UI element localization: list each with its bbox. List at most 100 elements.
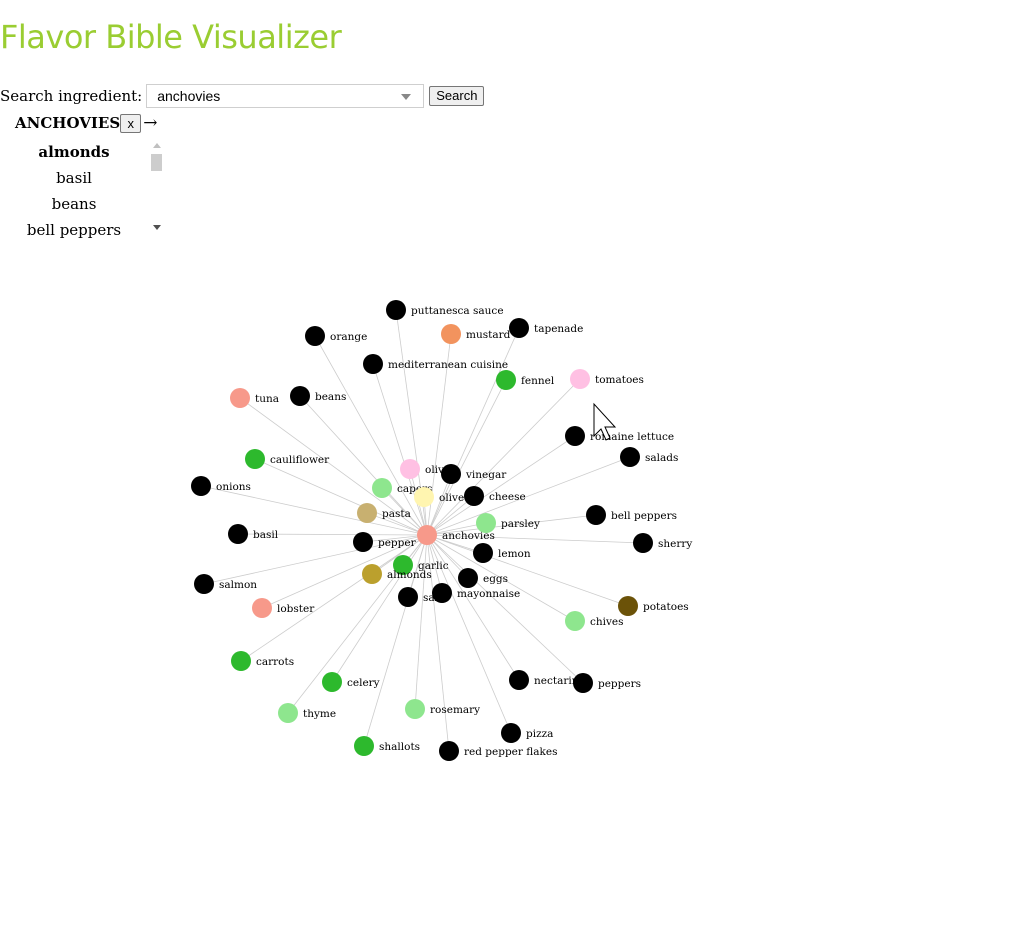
graph-node[interactable]: mediterranean cuisine	[363, 354, 508, 374]
graph-node-circle[interactable]	[573, 673, 593, 693]
graph-node[interactable]: mustard	[441, 324, 511, 344]
graph-node-label[interactable]: parsley	[501, 518, 540, 530]
graph-node-label[interactable]: almonds	[387, 569, 432, 581]
graph-node[interactable]: fennel	[496, 370, 555, 390]
graph-node-label[interactable]: fennel	[521, 375, 555, 387]
graph-node-circle[interactable]	[405, 699, 425, 719]
graph-node[interactable]: puttanesca sauce	[386, 300, 504, 320]
graph-node-circle[interactable]	[458, 568, 478, 588]
graph-node-label[interactable]: tuna	[255, 393, 279, 405]
graph-node[interactable]: mayonnaise	[432, 583, 520, 603]
graph-node-label[interactable]: rosemary	[430, 704, 480, 716]
graph-node-circle[interactable]	[586, 505, 606, 525]
graph-node-circle[interactable]	[354, 736, 374, 756]
graph-node[interactable]: parsley	[476, 513, 540, 533]
graph-node[interactable]: shallots	[354, 736, 420, 756]
graph-node-label[interactable]: mustard	[466, 329, 511, 341]
graph-node-circle[interactable]	[231, 651, 251, 671]
graph-node-circle[interactable]	[357, 503, 377, 523]
graph-node-circle[interactable]	[620, 447, 640, 467]
graph-node[interactable]: salads	[620, 447, 678, 467]
graph-node[interactable]: beans	[290, 386, 346, 406]
graph-node-label[interactable]: lobster	[277, 603, 315, 615]
graph-node-circle[interactable]	[398, 587, 418, 607]
graph-node-circle[interactable]	[245, 449, 265, 469]
graph-node-label[interactable]: thyme	[303, 708, 336, 720]
graph-node-label[interactable]: basil	[253, 529, 279, 541]
graph-node[interactable]: onions	[191, 476, 251, 496]
graph-node[interactable]: orange	[305, 326, 367, 346]
graph-node[interactable]: bell peppers	[586, 505, 677, 525]
graph-node-circle[interactable]	[322, 672, 342, 692]
graph-node-label[interactable]: puttanesca sauce	[411, 305, 504, 317]
graph-node[interactable]: red pepper flakes	[439, 741, 557, 761]
graph-node-label[interactable]: onions	[216, 481, 251, 493]
graph-node[interactable]: rosemary	[405, 699, 480, 719]
graph-node-label[interactable]: cauliflower	[270, 454, 330, 466]
graph-node-circle[interactable]	[252, 598, 272, 618]
graph-node-label[interactable]: beans	[315, 391, 346, 403]
graph-node[interactable]: sherry	[633, 533, 692, 553]
graph-nodes[interactable]: anchoviesputtanesca sauceorange mustard ta…	[191, 300, 692, 761]
graph-node[interactable]: peppers	[573, 673, 641, 693]
graph-node-circle[interactable]	[230, 388, 250, 408]
graph-node-label[interactable]: pepper	[378, 537, 417, 549]
graph-node-circle[interactable]	[362, 564, 382, 584]
graph-node[interactable]: tuna	[230, 388, 279, 408]
graph-node-label[interactable]: red pepper flakes	[464, 746, 557, 758]
graph-node-label[interactable]: vinegar	[465, 469, 507, 481]
graph-node[interactable]: chives	[565, 611, 624, 631]
graph-node[interactable]: romaine lettuce	[565, 426, 674, 446]
graph-node-circle[interactable]	[565, 611, 585, 631]
graph-node-circle[interactable]	[509, 318, 529, 338]
graph-node[interactable]: salmon	[194, 574, 257, 594]
flavor-network-graph[interactable]: anchoviesputtanesca sauceorange mustard ta…	[0, 0, 1032, 925]
graph-node-label[interactable]: lemon	[498, 548, 531, 560]
graph-node-circle[interactable]	[386, 300, 406, 320]
graph-node-circle[interactable]	[441, 464, 461, 484]
graph-node-circle[interactable]	[565, 426, 585, 446]
graph-node-label[interactable]: salads	[645, 452, 678, 464]
graph-node[interactable]: cauliflower	[245, 449, 330, 469]
graph-node-label[interactable]: carrots	[256, 656, 294, 668]
graph-node-circle[interactable]	[363, 354, 383, 374]
graph-node-circle[interactable]	[501, 723, 521, 743]
graph-node-circle[interactable]	[417, 525, 437, 545]
graph-node-label[interactable]: orange	[330, 331, 367, 343]
graph-node[interactable]: vinegar	[441, 464, 507, 484]
graph-node-circle[interactable]	[400, 459, 420, 479]
graph-node-circle[interactable]	[570, 369, 590, 389]
graph-node-circle[interactable]	[618, 596, 638, 616]
graph-node-circle[interactable]	[496, 370, 516, 390]
graph-node[interactable]: pasta	[357, 503, 411, 523]
graph-node-label[interactable]: salmon	[219, 579, 257, 591]
graph-node[interactable]: lemon	[473, 543, 531, 563]
graph-node-circle[interactable]	[633, 533, 653, 553]
graph-node-label[interactable]: mediterranean cuisine	[388, 359, 508, 371]
graph-node-label[interactable]: chives	[590, 616, 624, 628]
graph-node-label[interactable]: pizza	[526, 728, 553, 740]
graph-node[interactable]: carrots	[231, 651, 294, 671]
graph-node-circle[interactable]	[464, 486, 484, 506]
graph-node-circle[interactable]	[278, 703, 298, 723]
graph-node[interactable]: tomatoes	[570, 369, 644, 389]
graph-node-label[interactable]: pasta	[382, 508, 411, 520]
graph-node-circle[interactable]	[191, 476, 211, 496]
graph-node-label[interactable]: salt	[423, 592, 443, 604]
graph-node-circle[interactable]	[353, 532, 373, 552]
graph-node-circle[interactable]	[414, 487, 434, 507]
graph-node-circle[interactable]	[441, 324, 461, 344]
graph-node-label[interactable]: mayonnaise	[457, 588, 520, 600]
graph-node-circle[interactable]	[439, 741, 459, 761]
graph-node-label[interactable]: peppers	[598, 678, 641, 690]
graph-node-label[interactable]: bell peppers	[611, 510, 677, 522]
graph-node-circle[interactable]	[372, 478, 392, 498]
graph-node-label[interactable]: sherry	[658, 538, 692, 550]
graph-node-circle[interactable]	[509, 670, 529, 690]
graph-node[interactable]: eggs	[458, 568, 508, 588]
graph-node-circle[interactable]	[473, 543, 493, 563]
graph-node-circle[interactable]	[228, 524, 248, 544]
graph-node-label[interactable]: cheese	[489, 491, 526, 503]
graph-node-circle[interactable]	[305, 326, 325, 346]
graph-node-label[interactable]: potatoes	[643, 601, 689, 613]
